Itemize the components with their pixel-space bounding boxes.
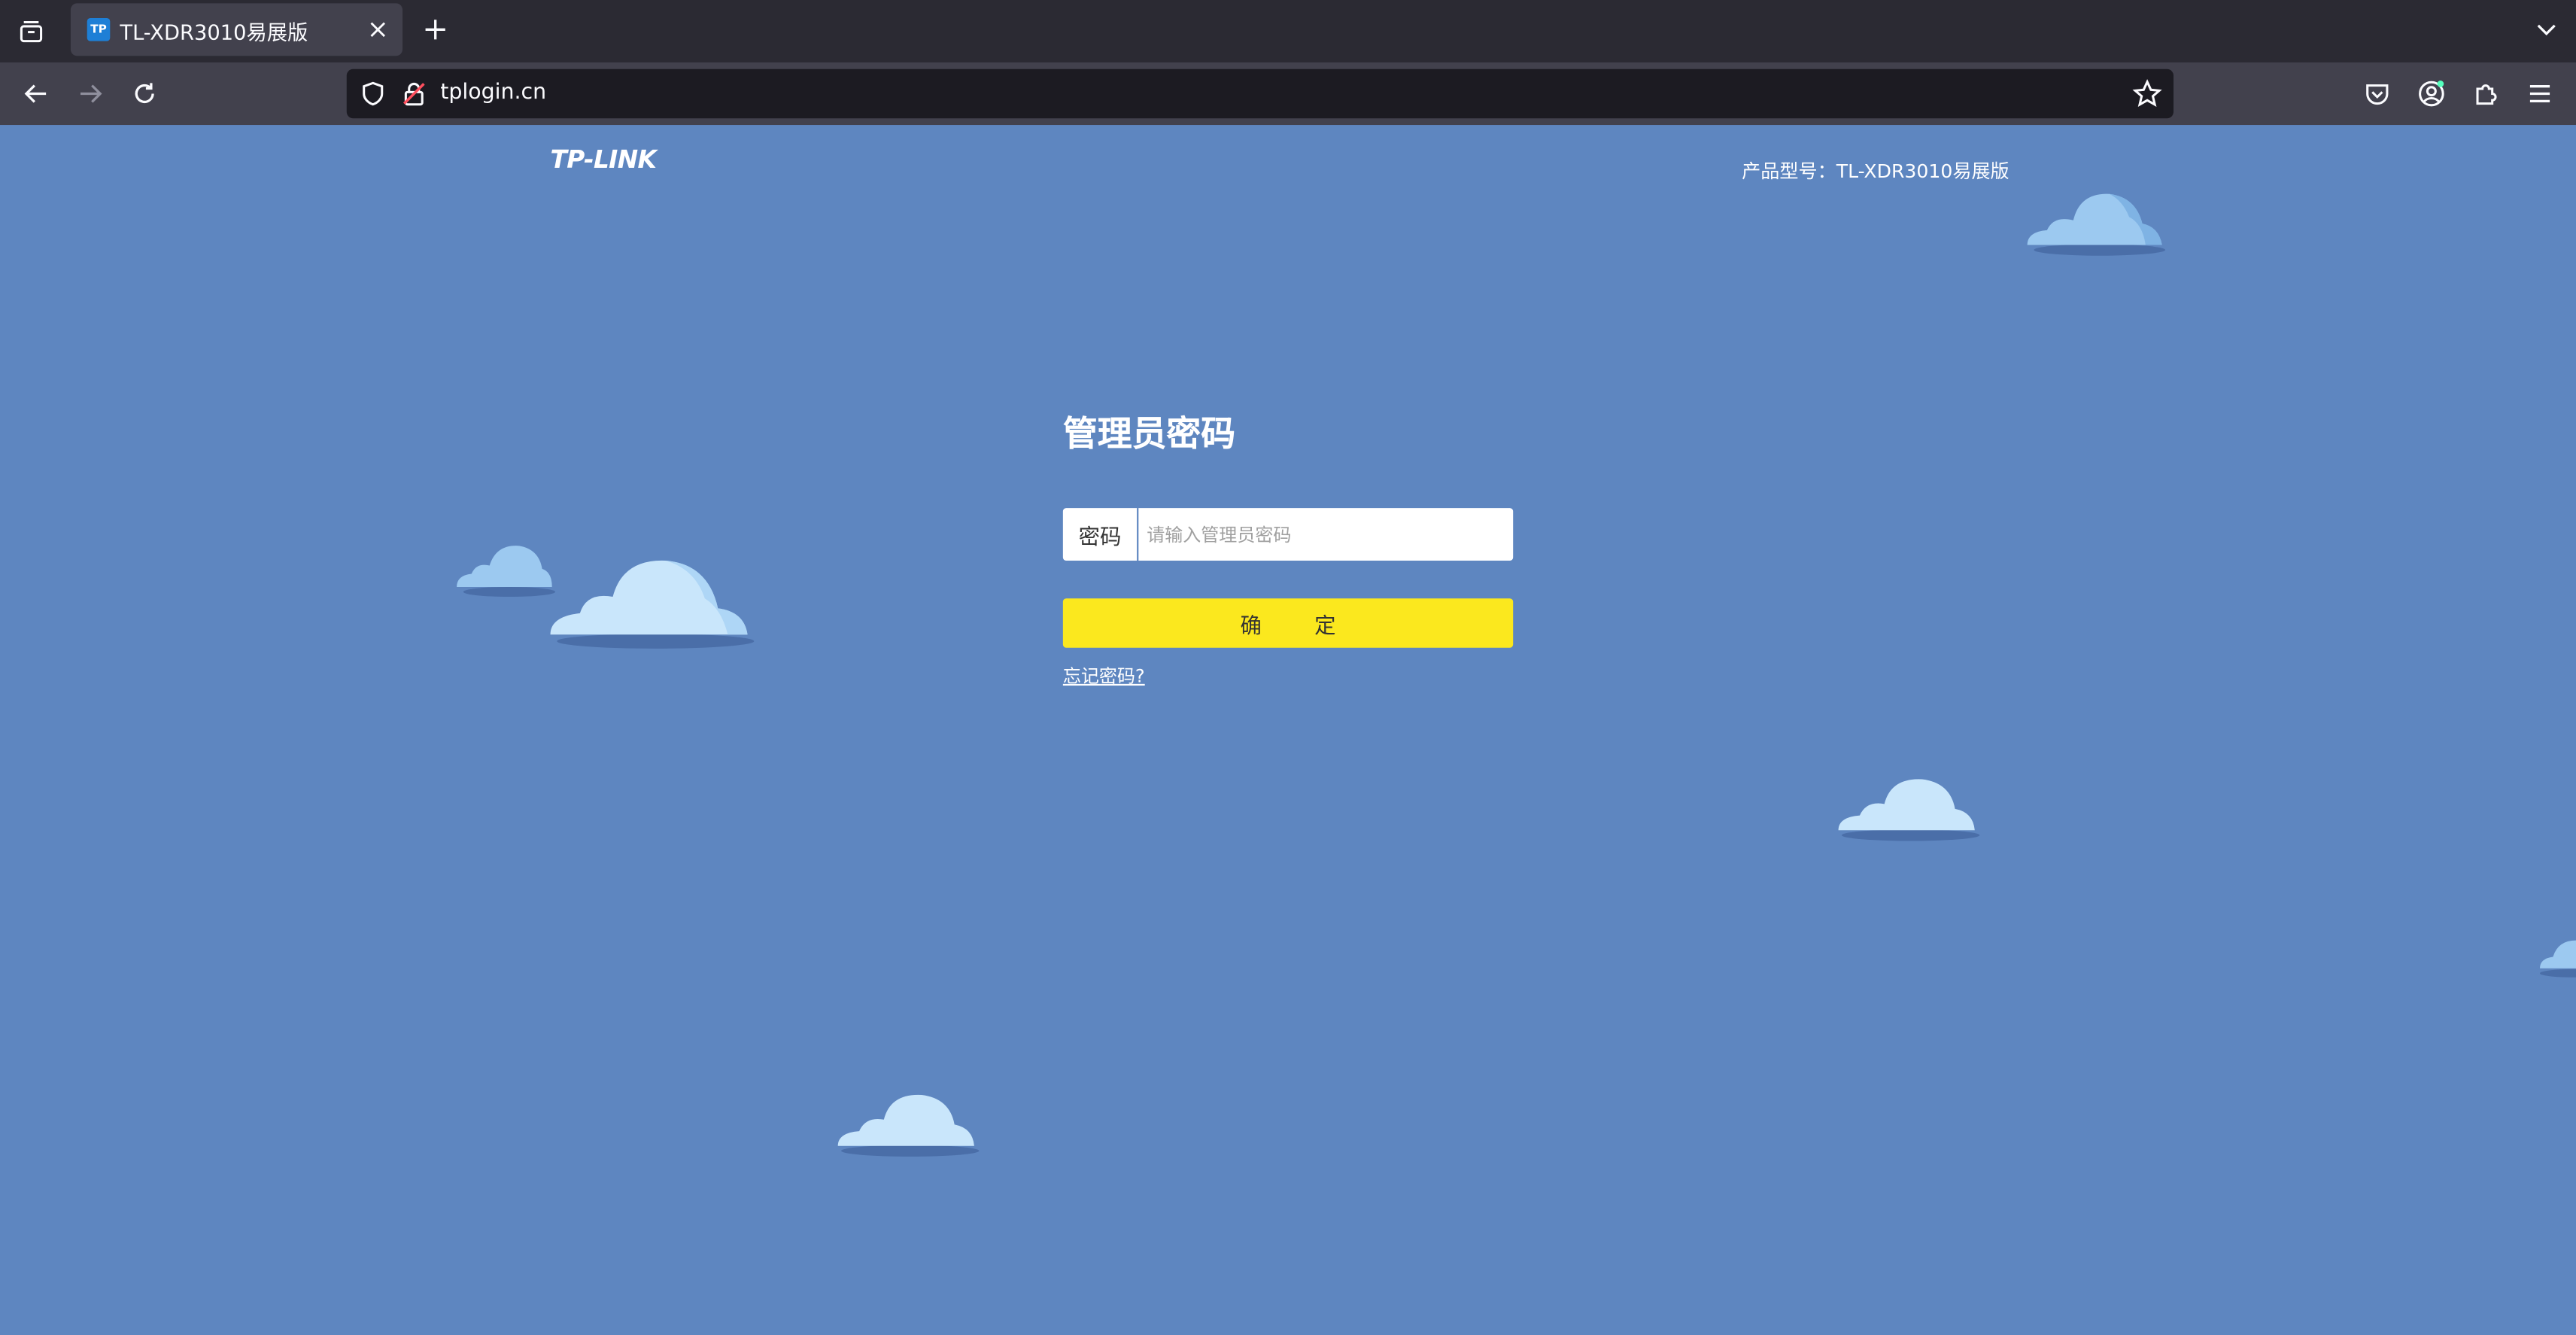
cloud-icon bbox=[1838, 779, 1980, 841]
list-all-tabs-icon[interactable] bbox=[13, 13, 49, 49]
url-text[interactable]: tplogin.cn bbox=[440, 81, 546, 105]
tab-bar: TP TL-XDR3010易展版 bbox=[0, 0, 2576, 63]
tracking-protection-shield-icon[interactable] bbox=[360, 81, 386, 107]
new-tab-plus-icon[interactable] bbox=[419, 13, 452, 46]
hamburger-menu-icon[interactable] bbox=[2520, 74, 2559, 113]
tp-link-favicon-icon: TP bbox=[87, 18, 111, 41]
pocket-icon[interactable] bbox=[2358, 74, 2397, 113]
password-input[interactable] bbox=[1138, 508, 1514, 561]
cloud-icon bbox=[457, 546, 556, 598]
bookmark-star-icon[interactable] bbox=[2132, 79, 2162, 108]
cloud-icon bbox=[2027, 193, 2166, 256]
forgot-password-link[interactable]: 忘记密码? bbox=[1063, 662, 1145, 689]
login-title: 管理员密码 bbox=[1062, 414, 1236, 454]
tp-link-logo: TP-LINK bbox=[550, 144, 657, 175]
tab-title: TL-XDR3010易展版 bbox=[120, 19, 308, 44]
address-bar[interactable]: tplogin.cn bbox=[346, 68, 2174, 119]
product-model-label: 产品型号：TL-XDR3010易展版 bbox=[1742, 159, 2009, 183]
navigation-toolbar: tplogin.cn bbox=[0, 62, 2576, 127]
reload-icon[interactable] bbox=[125, 74, 164, 113]
cloud-icon bbox=[550, 560, 755, 649]
confirm-button[interactable]: 确 定 bbox=[1062, 598, 1514, 648]
close-tab-icon[interactable] bbox=[363, 15, 393, 44]
chevron-down-icon[interactable] bbox=[2530, 13, 2563, 46]
forward-arrow-icon[interactable] bbox=[71, 74, 110, 113]
cloud-icon bbox=[837, 1094, 980, 1157]
insecure-lock-icon[interactable] bbox=[401, 81, 427, 107]
account-icon[interactable] bbox=[2412, 74, 2451, 113]
tab-router-login[interactable]: TP TL-XDR3010易展版 bbox=[70, 3, 403, 56]
router-login-page: TP-LINK 产品型号：TL-XDR3010易展版 管理员密码 密码 确 定 … bbox=[0, 125, 2576, 1335]
password-field: 密码 bbox=[1062, 508, 1514, 561]
back-arrow-icon[interactable] bbox=[17, 74, 56, 113]
extensions-puzzle-icon[interactable] bbox=[2466, 74, 2505, 113]
cloud-icon bbox=[2540, 940, 2576, 978]
password-label: 密码 bbox=[1063, 508, 1139, 561]
